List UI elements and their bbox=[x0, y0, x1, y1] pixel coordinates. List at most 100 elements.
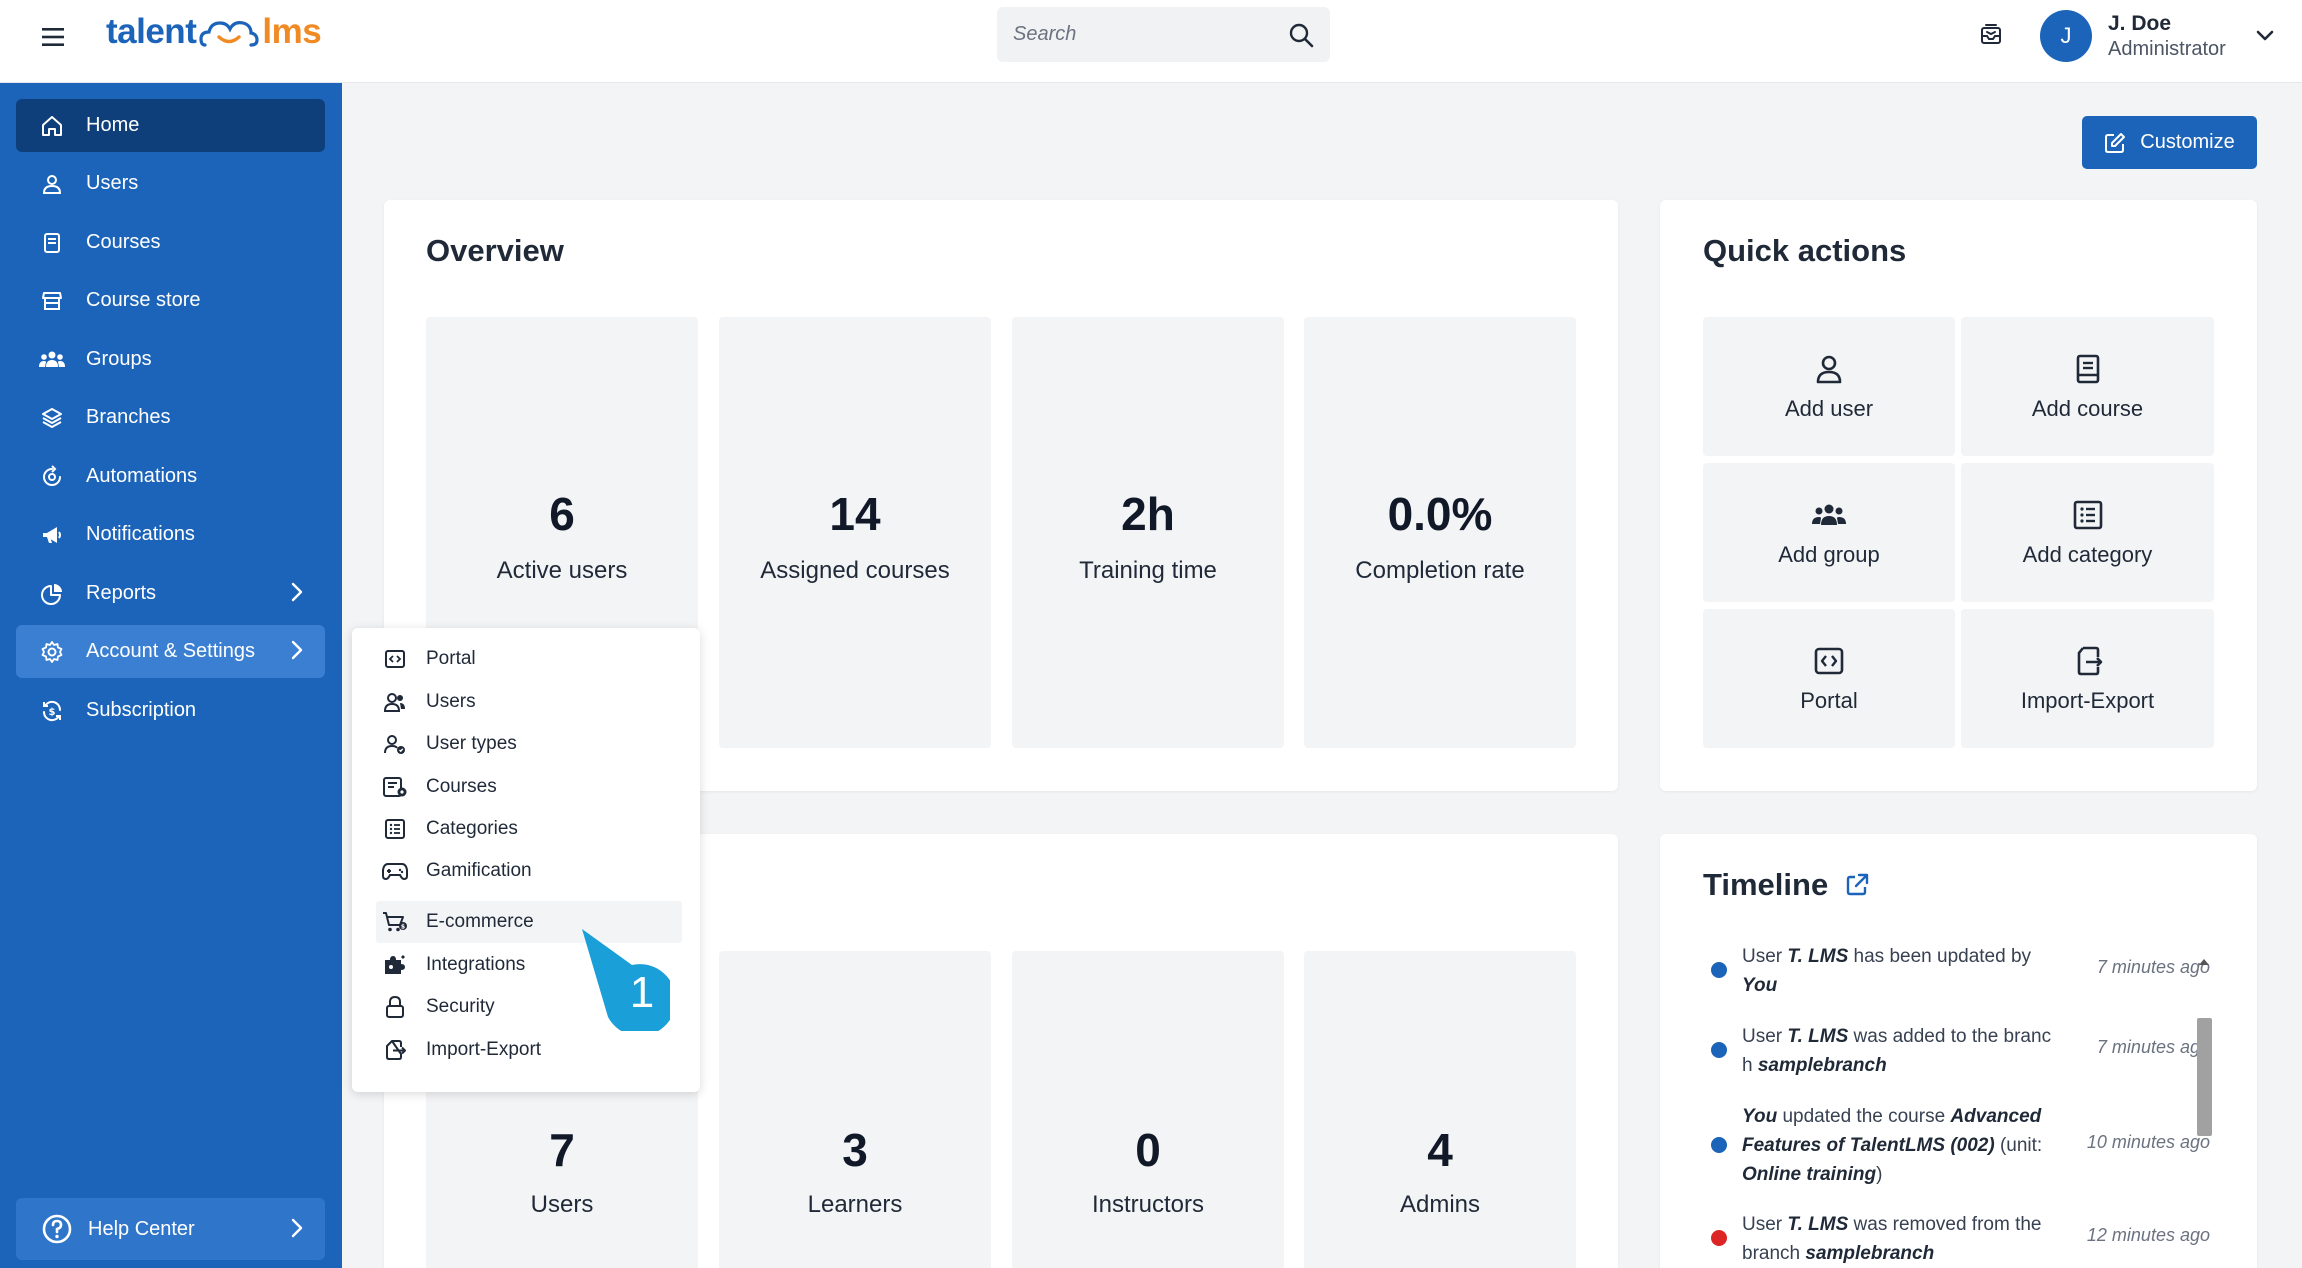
menu-item-label: Categories bbox=[426, 818, 518, 839]
stat-label: Active users bbox=[496, 557, 628, 584]
gear-icon bbox=[38, 638, 66, 666]
sidebar-item-groups[interactable]: Groups bbox=[16, 333, 325, 386]
store-icon bbox=[38, 287, 66, 315]
step-callout-badge: 1 bbox=[578, 925, 670, 1031]
avatar: J bbox=[2040, 10, 2092, 62]
logo-text-lms: lms bbox=[262, 12, 322, 51]
stat-completion-rate[interactable]: 0.0% Completion rate bbox=[1304, 317, 1576, 748]
add-course-button[interactable]: Add course bbox=[1961, 317, 2214, 456]
stat-value: 3 bbox=[842, 1124, 868, 1176]
timeline-dot bbox=[1711, 962, 1727, 978]
sidebar-item-account-settings[interactable]: Account & Settings bbox=[16, 625, 325, 678]
menu-item-label: Gamification bbox=[426, 860, 532, 881]
portal-button[interactable]: Portal bbox=[1703, 609, 1955, 748]
quick-action-label: Portal bbox=[1800, 687, 1858, 713]
gamepad-icon bbox=[382, 858, 408, 884]
menu-item-courses[interactable]: Courses bbox=[376, 767, 676, 807]
menu-item-gamification[interactable]: Gamification bbox=[376, 851, 676, 891]
logo-text-talent: talent bbox=[106, 12, 197, 51]
sidebar-item-courses[interactable]: Courses bbox=[16, 216, 325, 269]
book-icon bbox=[2071, 352, 2105, 386]
sidebar-item-branches[interactable]: Branches bbox=[16, 391, 325, 444]
chevron-right-icon bbox=[291, 582, 303, 602]
inbox-icon[interactable] bbox=[1975, 18, 2007, 50]
sidebar-item-notifications[interactable]: Notifications bbox=[16, 508, 325, 561]
sidebar-item-reports[interactable]: Reports bbox=[16, 567, 325, 620]
stat-label: Users bbox=[530, 1191, 594, 1218]
stat-training-time[interactable]: 2h Training time bbox=[1012, 317, 1284, 748]
stat-learners[interactable]: 3 Learners bbox=[719, 951, 991, 1268]
stat-label: Training time bbox=[1079, 557, 1217, 584]
help-center-label: Help Center bbox=[88, 1217, 195, 1240]
external-link-icon[interactable] bbox=[1844, 872, 1870, 898]
menu-item-label: Users bbox=[426, 691, 476, 712]
search-icon[interactable] bbox=[1288, 22, 1314, 48]
menu-item-portal[interactable]: Portal bbox=[376, 639, 676, 679]
add-group-button[interactable]: Add group bbox=[1703, 463, 1955, 602]
timeline-time: 7 minutes ago bbox=[2096, 1037, 2210, 1057]
stat-label: Instructors bbox=[1091, 1191, 1205, 1218]
search-input[interactable] bbox=[1013, 23, 1288, 46]
menu-item-user-types[interactable]: User types bbox=[376, 724, 676, 764]
stat-value: 4 bbox=[1427, 1124, 1453, 1176]
quick-action-label: Add user bbox=[1784, 395, 1874, 421]
sidebar-item-label: Groups bbox=[86, 348, 152, 370]
sidebar-item-label: Automations bbox=[86, 465, 198, 487]
courses-settings-icon bbox=[382, 774, 408, 800]
sidebar-item-label: Reports bbox=[86, 582, 157, 604]
talentlms-logo[interactable]: talent lms bbox=[106, 12, 322, 52]
quick-actions-title: Quick actions bbox=[1703, 233, 1907, 268]
svg-text:$: $ bbox=[49, 707, 56, 718]
help-center-button[interactable]: Help Center bbox=[16, 1198, 325, 1260]
stat-value: 0.0% bbox=[1387, 488, 1493, 540]
megaphone-icon bbox=[38, 521, 66, 549]
chevron-down-icon[interactable] bbox=[2256, 30, 2274, 42]
sidebar-item-automations[interactable]: Automations bbox=[16, 450, 325, 503]
lock-icon bbox=[382, 994, 408, 1020]
timeline-dot bbox=[1711, 1042, 1727, 1058]
quick-action-label: Add category bbox=[2022, 541, 2153, 567]
sidebar-item-course-store[interactable]: Course store bbox=[16, 274, 325, 327]
hamburger-menu-icon[interactable] bbox=[38, 22, 68, 52]
sidebar-item-label: Account & Settings bbox=[86, 640, 255, 662]
search-box[interactable] bbox=[997, 7, 1330, 62]
sidebar-item-label: Users bbox=[86, 172, 139, 194]
menu-item-import-export[interactable]: Import-Export bbox=[376, 1030, 676, 1070]
stat-value: 7 bbox=[549, 1124, 575, 1176]
stat-label: Completion rate bbox=[1355, 557, 1525, 584]
customize-button[interactable]: Customize bbox=[2082, 116, 2257, 169]
menu-item-label: Courses bbox=[426, 776, 497, 797]
sidebar-item-home[interactable]: Home bbox=[16, 99, 325, 152]
menu-item-label: Integrations bbox=[426, 954, 526, 975]
timeline-time: 7 minutes ago bbox=[2096, 957, 2210, 977]
group-icon bbox=[38, 346, 66, 374]
group-icon bbox=[1812, 498, 1846, 532]
chevron-right-icon bbox=[291, 640, 303, 660]
scroll-up-arrow-icon[interactable] bbox=[2196, 952, 2212, 970]
stat-instructors[interactable]: 0 Instructors bbox=[1012, 951, 1284, 1268]
automation-icon bbox=[38, 463, 66, 491]
cloud-icon bbox=[199, 15, 259, 49]
scrollbar-thumb[interactable] bbox=[2197, 1018, 2212, 1136]
sidebar-item-users[interactable]: Users bbox=[16, 157, 325, 210]
timeline-scrollbar[interactable] bbox=[2196, 952, 2212, 1268]
sidebar-item-label: Subscription bbox=[86, 699, 197, 721]
user-menu[interactable]: J J. Doe Administrator bbox=[2040, 6, 2282, 66]
stat-value: 14 bbox=[829, 488, 881, 540]
menu-item-categories[interactable]: Categories bbox=[376, 809, 676, 849]
sidebar: Home Users Courses Course store Groups B… bbox=[0, 83, 342, 1268]
add-category-button[interactable]: Add category bbox=[1961, 463, 2214, 602]
overview-title: Overview bbox=[426, 233, 564, 268]
stat-label: Assigned courses bbox=[760, 557, 950, 584]
user-icon bbox=[1812, 352, 1846, 386]
import-export-button[interactable]: Import-Export bbox=[1961, 609, 2214, 748]
top-bar: talent lms J J. Doe Administrator bbox=[0, 0, 2302, 83]
menu-item-users[interactable]: Users bbox=[376, 682, 676, 722]
stat-admins[interactable]: 4 Admins bbox=[1304, 951, 1576, 1268]
stat-assigned-courses[interactable]: 14 Assigned courses bbox=[719, 317, 991, 748]
pie-chart-icon bbox=[38, 580, 66, 608]
users-icon bbox=[382, 689, 408, 715]
add-user-button[interactable]: Add user bbox=[1703, 317, 1955, 456]
timeline-time: 10 minutes ago bbox=[2086, 1132, 2210, 1152]
sidebar-item-subscription[interactable]: $ Subscription bbox=[16, 684, 325, 737]
